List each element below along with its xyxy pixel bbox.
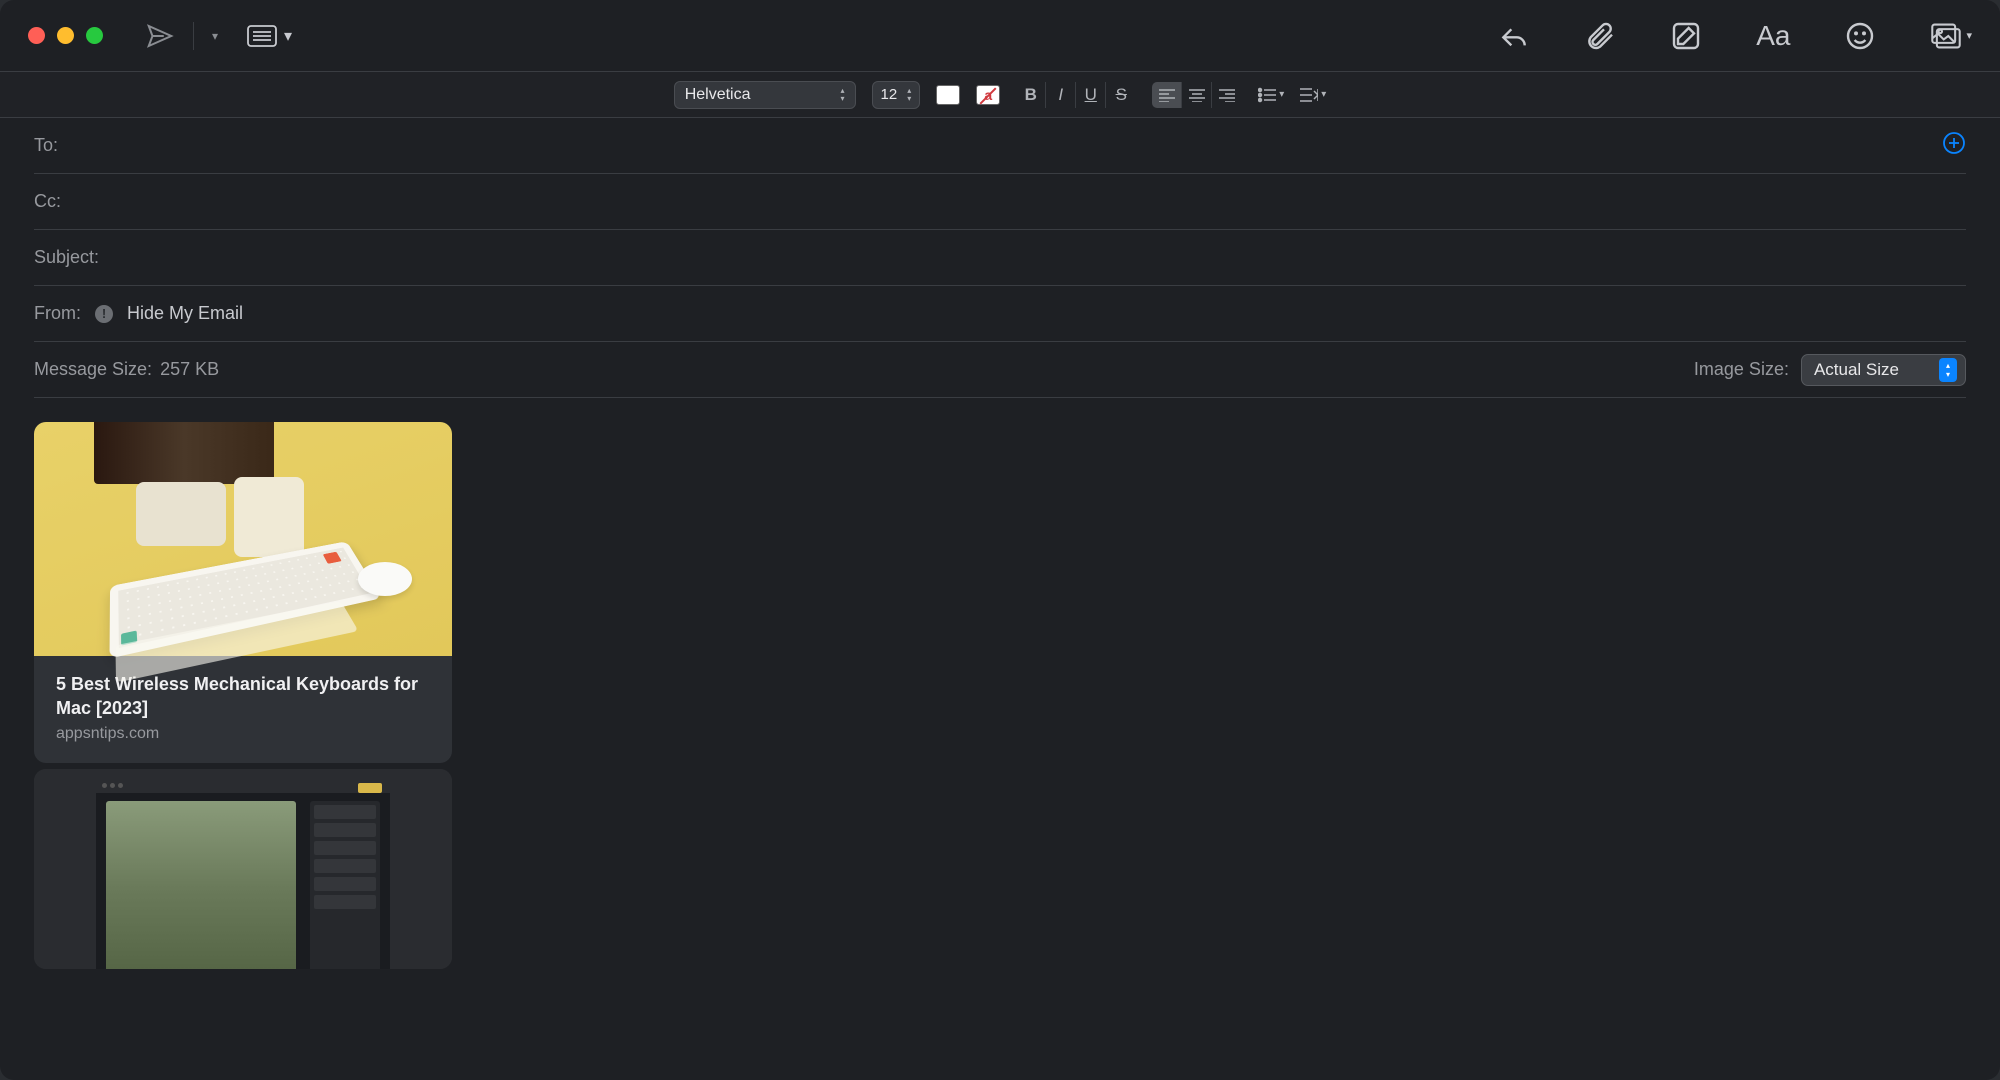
- subject-input[interactable]: [99, 247, 1966, 268]
- to-label: To:: [34, 135, 58, 156]
- minimize-window-button[interactable]: [57, 27, 74, 44]
- plus-circle-icon: [1942, 131, 1966, 155]
- image-size-label: Image Size:: [1694, 359, 1789, 380]
- window-controls: [28, 27, 103, 44]
- markup-icon: [1670, 20, 1702, 52]
- text-style-group: B I U S: [1016, 82, 1136, 108]
- strikethrough-button[interactable]: S: [1106, 82, 1136, 108]
- text-color-button[interactable]: [936, 85, 960, 105]
- italic-button[interactable]: I: [1046, 82, 1076, 108]
- background-color-button[interactable]: a: [976, 85, 1000, 105]
- link-preview-image: [34, 422, 452, 656]
- message-size-label: Message Size:: [34, 359, 152, 380]
- titlebar: ▾ ▾ Aa ▾: [0, 0, 2000, 72]
- font-family-value: Helvetica: [685, 86, 751, 104]
- close-window-button[interactable]: [28, 27, 45, 44]
- underline-button[interactable]: U: [1076, 82, 1106, 108]
- divider: [193, 22, 194, 50]
- emoji-icon: [1844, 20, 1876, 52]
- image-size-value: Actual Size: [1814, 360, 1899, 380]
- align-center-button[interactable]: [1182, 82, 1212, 108]
- chevron-down-icon: ▾: [1966, 29, 1972, 42]
- stepper-icon: ▴▾: [907, 87, 911, 103]
- image-size-select[interactable]: Actual Size ▴▾: [1801, 354, 1966, 386]
- paperclip-icon: [1584, 20, 1616, 52]
- stepper-icon: ▴▾: [1939, 358, 1957, 382]
- compose-window: ▾ ▾ Aa ▾: [0, 0, 2000, 1080]
- bold-button[interactable]: B: [1016, 82, 1046, 108]
- font-size-select[interactable]: 12 ▴▾: [872, 81, 921, 109]
- to-row: To:: [34, 118, 1966, 174]
- bullet-list-icon: [1258, 87, 1276, 103]
- from-label: From:: [34, 303, 81, 324]
- list-icon: [246, 24, 278, 48]
- font-size-value: 12: [881, 86, 898, 103]
- photo-icon: [1930, 20, 1962, 52]
- image-size-control: Image Size: Actual Size ▴▾: [1694, 354, 1966, 386]
- format-button[interactable]: Aa: [1756, 20, 1790, 52]
- hide-my-email-button[interactable]: Hide My Email: [127, 303, 243, 324]
- indent-button[interactable]: ▾: [1300, 87, 1326, 103]
- cc-input[interactable]: [61, 191, 1966, 212]
- text-format-icon: Aa: [1756, 20, 1790, 51]
- send-options-dropdown[interactable]: ▾: [212, 29, 218, 43]
- emoji-button[interactable]: [1844, 20, 1876, 52]
- send-button[interactable]: [145, 21, 175, 51]
- attach-button[interactable]: [1584, 20, 1616, 52]
- subject-label: Subject:: [34, 247, 99, 268]
- chevron-down-icon: ▾: [284, 26, 292, 46]
- align-center-icon: [1189, 88, 1205, 102]
- link-preview-title: 5 Best Wireless Mechanical Keyboards for…: [56, 672, 430, 721]
- size-row: Message Size: 257 KB Image Size: Actual …: [34, 342, 1966, 398]
- message-body[interactable]: 5 Best Wireless Mechanical Keyboards for…: [0, 398, 2000, 993]
- markup-button[interactable]: [1670, 20, 1702, 52]
- titlebar-right: Aa ▾: [1498, 20, 1972, 52]
- stepper-icon: ▴▾: [841, 87, 845, 103]
- send-icon: [145, 21, 175, 51]
- reply-icon: [1498, 20, 1530, 52]
- photo-browser-button[interactable]: ▾: [1930, 20, 1972, 52]
- reply-button[interactable]: [1498, 20, 1530, 52]
- privacy-icon: !: [95, 305, 113, 323]
- from-row: From: ! Hide My Email: [34, 286, 1966, 342]
- cc-row: Cc:: [34, 174, 1966, 230]
- header-fields-dropdown[interactable]: ▾: [246, 24, 292, 48]
- align-right-icon: [1219, 88, 1235, 102]
- link-preview-domain: appsntips.com: [56, 725, 430, 743]
- subject-row: Subject:: [34, 230, 1966, 286]
- cc-label: Cc:: [34, 191, 61, 212]
- alignment-group: [1152, 82, 1242, 108]
- align-left-icon: [1159, 88, 1175, 102]
- to-input[interactable]: [58, 135, 1942, 156]
- message-size-value: 257 KB: [160, 359, 219, 380]
- message-size: Message Size: 257 KB: [34, 359, 219, 380]
- maximize-window-button[interactable]: [86, 27, 103, 44]
- link-preview-card[interactable]: 5 Best Wireless Mechanical Keyboards for…: [34, 422, 452, 763]
- align-left-button[interactable]: [1152, 82, 1182, 108]
- font-family-select[interactable]: Helvetica ▴▾: [674, 81, 856, 109]
- link-preview-meta: 5 Best Wireless Mechanical Keyboards for…: [34, 656, 452, 763]
- add-contact-button[interactable]: [1942, 131, 1966, 160]
- list-style-button[interactable]: ▾: [1258, 87, 1284, 103]
- link-preview-image: [34, 769, 452, 969]
- header-fields: To: Cc: Subject: From: ! Hide My Email M…: [0, 118, 2000, 398]
- chevron-down-icon: ▾: [1321, 89, 1326, 100]
- indent-icon: [1300, 87, 1318, 103]
- link-preview-card[interactable]: [34, 769, 452, 969]
- chevron-down-icon: ▾: [1279, 89, 1284, 100]
- align-right-button[interactable]: [1212, 82, 1242, 108]
- format-bar: Helvetica ▴▾ 12 ▴▾ a B I U S ▾ ▾: [0, 72, 2000, 118]
